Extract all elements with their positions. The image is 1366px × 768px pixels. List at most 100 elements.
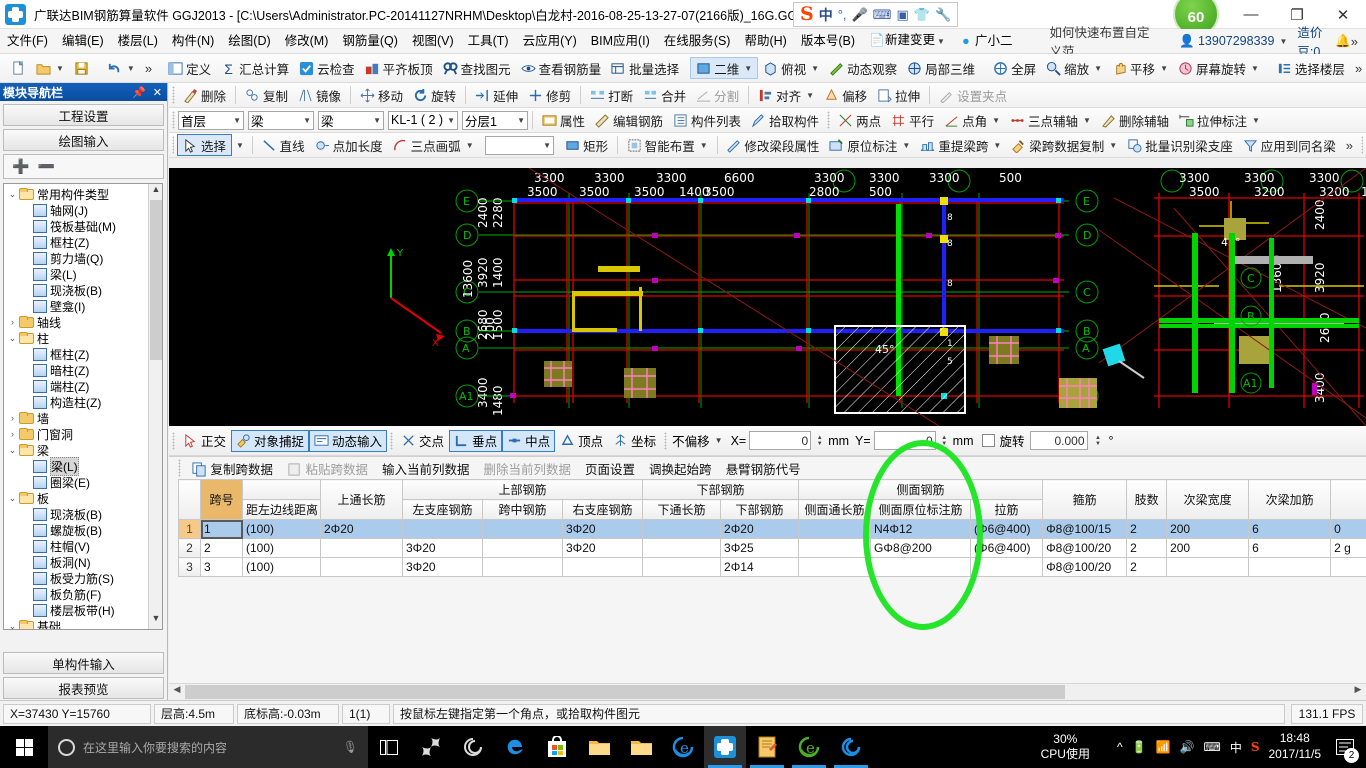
tree-item-15[interactable]: › 门窗洞 [6, 426, 162, 442]
menu-item-help[interactable]: 帮助(H) [737, 29, 793, 54]
component-tree[interactable]: ⌄ 常用构件类型 轴网(J) 筏板基础(M) 框柱(Z) 剪力墙(Q) 梁(L) 现浇板(B)… [3, 183, 163, 630]
fullscreen-button[interactable]: 全屏 [988, 57, 1041, 79]
grid-cell[interactable]: GΦ8@200 [870, 538, 972, 558]
tree-item-17[interactable]: 梁(L) [6, 456, 162, 476]
sogou-logo-icon[interactable]: S [800, 5, 814, 24]
copy-button[interactable]: 复制 [240, 84, 293, 106]
edge-app-icon[interactable] [494, 726, 536, 768]
draw-input-button[interactable]: 绘图输入 [3, 129, 164, 151]
rotate-button[interactable]: 旋转 [408, 84, 461, 106]
tree-item-12[interactable]: 端柱(Z) [6, 378, 162, 394]
grid-cell[interactable] [642, 519, 722, 539]
tree-item-22[interactable]: 柱帽(V) [6, 538, 162, 554]
row-header[interactable]: 2 [178, 538, 201, 558]
menu-item-cloud[interactable]: 云应用(Y) [516, 29, 584, 54]
point-length-tool-button[interactable]: 点加长度 [310, 134, 388, 156]
find-element-button[interactable]: 查找图元 [438, 57, 516, 79]
y-spinner[interactable]: ▲ ▼ [939, 431, 950, 450]
undo-button[interactable]: ▼ [102, 57, 140, 79]
grid-cell[interactable]: 1 [200, 519, 243, 539]
shuangpin-app-icon[interactable] [410, 726, 452, 768]
header-right-support-rebar[interactable]: 右支座钢筋 [561, 499, 644, 520]
ggj-app-icon-taskbar[interactable] [704, 726, 746, 768]
batch-identify-support-button[interactable]: 批量识别梁支座 [1122, 134, 1238, 156]
three-point-axis-button[interactable]: 三点辅轴 ▼ [1005, 109, 1096, 131]
dynamic-input-button[interactable]: 动态输入 [309, 429, 388, 452]
smart-layout-button[interactable]: 智能布置 ▼ [622, 134, 713, 156]
tree-item-8[interactable]: › 轴线 [6, 314, 162, 330]
tree-expander-icon[interactable]: › [6, 317, 19, 327]
select-tool-caret[interactable]: ▼ [236, 141, 244, 150]
header-group-side-rebar[interactable]: 侧面钢筋 [798, 479, 1044, 500]
expand-all-icon[interactable]: ➕ [12, 158, 29, 175]
type-select[interactable]: 梁 ▼ [318, 110, 384, 130]
intersection-snap-button[interactable]: 交点 [396, 430, 449, 452]
header-secondary-beam-width[interactable]: 次梁宽度 [1166, 479, 1250, 520]
tree-item-6[interactable]: 现浇板(B) [6, 282, 162, 298]
select-tool-button[interactable]: 选择 [177, 134, 233, 156]
grid-cell[interactable]: 200 [1166, 519, 1250, 539]
tree-item-24[interactable]: 板受力筋(S) [6, 570, 162, 586]
grid-cell[interactable] [642, 557, 722, 577]
tree-item-27[interactable]: ⌄ 基础 [6, 618, 162, 630]
paste-span-data-tool[interactable]: 粘贴跨数据 [281, 457, 374, 480]
grid-cell[interactable]: (100) [242, 557, 321, 577]
header-leg-count[interactable]: 肢数 [1126, 479, 1168, 520]
toolbar-grip-7[interactable] [172, 136, 175, 154]
x-spinner[interactable]: ▲ ▼ [814, 431, 825, 450]
rotate-checkbox[interactable] [981, 434, 995, 447]
menubar-overflow-button[interactable]: » [1351, 34, 1366, 49]
grid-cell[interactable]: (100) [242, 538, 321, 558]
account-info[interactable]: 👤 13907298339 ▼ [1179, 34, 1287, 49]
tree-expander-icon[interactable]: ⌄ [6, 189, 19, 200]
grid-cell[interactable]: (Φ6@400) [970, 538, 1044, 558]
grid-cell[interactable] [402, 519, 483, 539]
header-side-through-rebar[interactable]: 侧面通长筋 [798, 499, 872, 520]
stretch-dimension-button[interactable]: 拉伸标注 ▼ [1174, 109, 1265, 131]
grid-cell[interactable] [1166, 557, 1250, 577]
tray-chevron-icon[interactable]: ^ [1117, 740, 1123, 754]
menu-item-modify[interactable]: 修改(M) [278, 29, 336, 54]
menu-item-floor[interactable]: 楼层(L) [111, 29, 165, 54]
pan-button[interactable]: 平移 ▼ [1107, 57, 1173, 79]
skin-icon[interactable]: 👕 [914, 7, 930, 23]
point-angle-axis-button[interactable]: 点角 ▼ [939, 109, 1005, 131]
notepad-app-icon[interactable] [746, 726, 788, 768]
tree-item-3[interactable]: 框柱(Z) [6, 234, 162, 250]
swap-start-span-tool[interactable]: 调换起始跨 [643, 457, 718, 480]
three-point-arc-button[interactable]: 三点画弧 ▼ [388, 134, 479, 156]
component-select[interactable]: KL-1 ( 2 ) ▼ [388, 110, 458, 130]
menu-item-bim[interactable]: BIM应用(I) [584, 29, 657, 54]
row-header[interactable]: 1 [178, 519, 201, 539]
snapbar-grip-3[interactable] [664, 431, 668, 450]
tree-scrollbar[interactable]: ▲ ▼ [148, 184, 162, 629]
grid-cell[interactable] [320, 538, 403, 558]
save-button[interactable] [69, 57, 94, 79]
tree-item-20[interactable]: 现浇板(B) [6, 506, 162, 522]
grid-cell[interactable] [798, 557, 872, 577]
local-3d-button[interactable]: 局部三维 [902, 57, 980, 79]
grid-cell[interactable] [1248, 557, 1332, 577]
grid-cell[interactable]: 2Φ14 [720, 557, 800, 577]
layer-select[interactable]: 分层1 ▼ [462, 110, 528, 130]
break-button[interactable]: 打断 [585, 84, 638, 106]
screen-rotate-button[interactable]: 屏幕旋转 ▼ [1173, 57, 1264, 79]
tree-expander-icon[interactable]: ⌄ [6, 621, 19, 630]
pin-icon[interactable]: 📌 [132, 86, 146, 99]
tree-item-25[interactable]: 板负筋(F) [6, 586, 162, 602]
grid-cell[interactable]: 3Φ20 [402, 538, 483, 558]
menu-item-component[interactable]: 构件(N) [165, 29, 221, 54]
keyboard-icon[interactable]: ⌨ [873, 7, 892, 23]
tree-scroll-thumb[interactable] [150, 200, 162, 360]
tree-item-18[interactable]: 圈梁(E) [6, 474, 162, 490]
grid-cell[interactable] [482, 538, 563, 558]
offset-mode-caret[interactable]: ▼ [715, 436, 723, 445]
minimize-button[interactable]: — [1228, 0, 1274, 29]
cad-drawing-canvas[interactable]: EDC BAA1 EDC BAA1 330033003300 660033003… [169, 168, 1366, 426]
tree-item-0[interactable]: ⌄ 常用构件类型 [6, 186, 162, 202]
ime-mode-label[interactable]: 中 [819, 5, 833, 25]
delete-button[interactable]: 删除 [178, 84, 231, 106]
tree-item-10[interactable]: 框柱(Z) [6, 346, 162, 362]
explorer2-app-icon[interactable] [620, 726, 662, 768]
new-file-button[interactable] [6, 57, 31, 79]
